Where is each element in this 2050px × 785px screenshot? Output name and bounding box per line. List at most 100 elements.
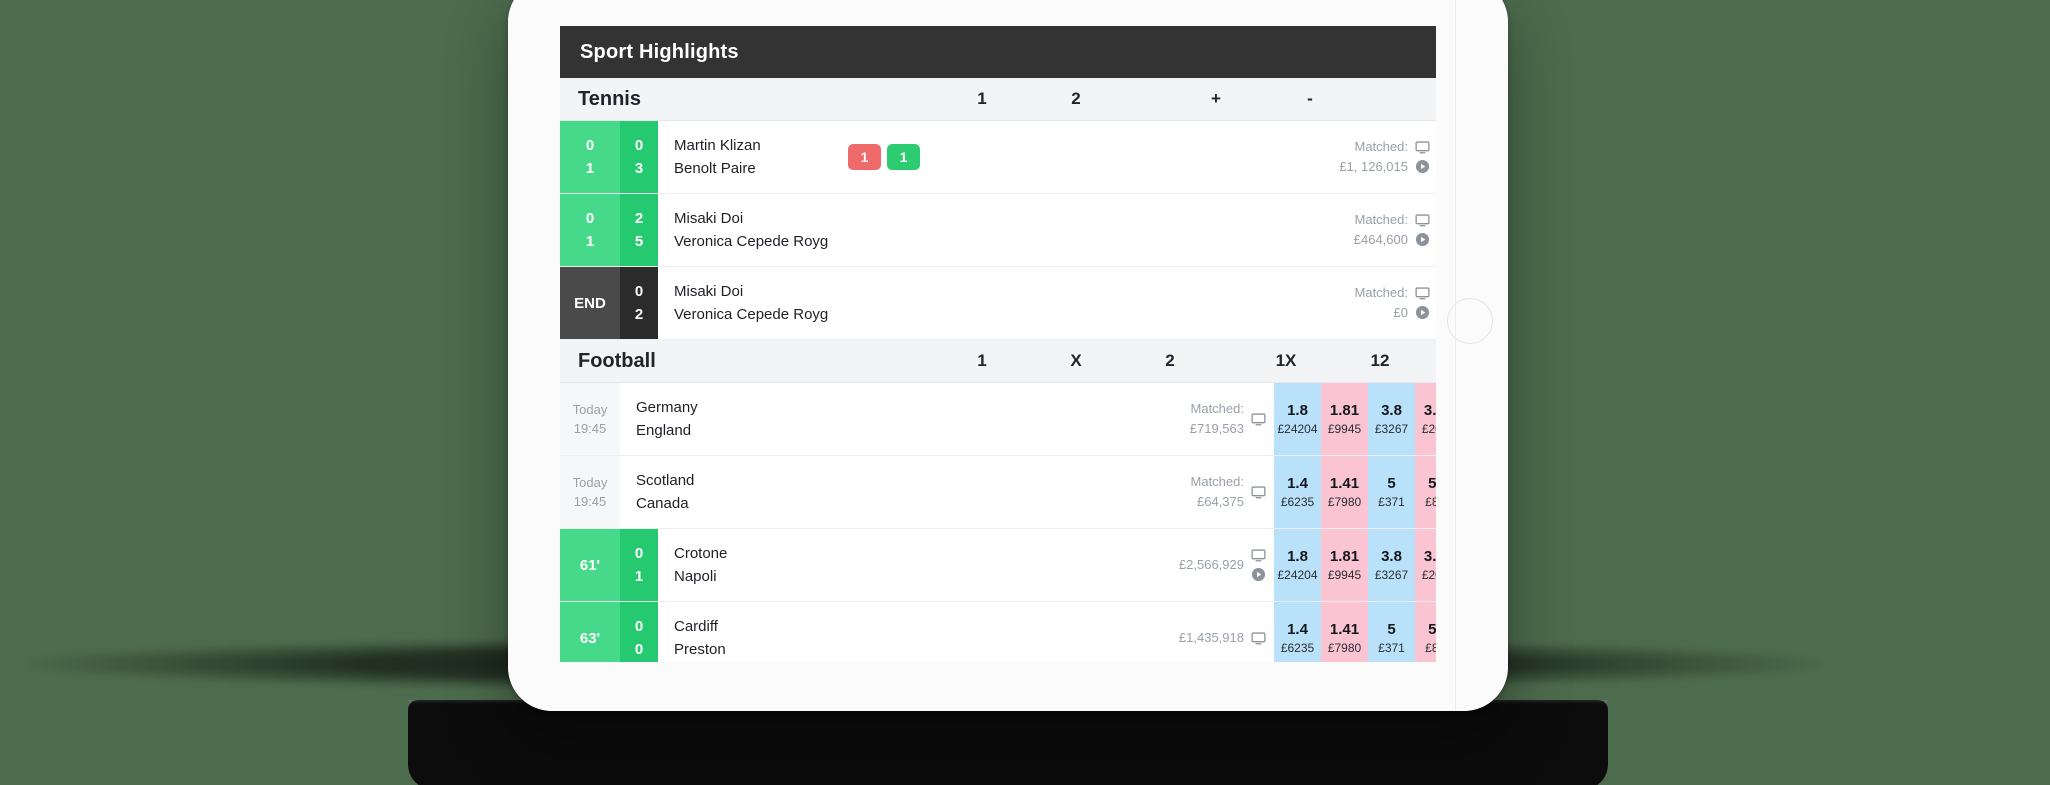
media-icons [1251, 412, 1266, 427]
event-status-badge: 63' [560, 602, 620, 662]
odds-size: £2053 [1421, 568, 1436, 583]
odds-cell-back[interactable]: 3.8 £3267 [1368, 383, 1415, 455]
odds-cell-back[interactable]: 1.4 £6235 [1274, 456, 1321, 528]
odds-price: 1.41 [1329, 620, 1360, 638]
event-row[interactable]: END 0 2 Misaki Doi Veronica Cepede Royg Match… [560, 267, 1436, 340]
odds-cell-lay[interactable]: 1.81 £9945 [1321, 529, 1368, 601]
odds-price: 1.4 [1287, 620, 1308, 638]
game-score-pills [810, 456, 900, 528]
participant-name: Misaki Doi [674, 282, 744, 300]
matched-amount: Matched: £64,375 [900, 456, 1274, 528]
page-title: Sport Highlights [580, 40, 739, 63]
odds-price: 5.1 [1428, 474, 1436, 492]
monitor-icon[interactable] [1251, 548, 1266, 563]
monitor-icon[interactable] [1415, 286, 1430, 301]
odds-cell-back[interactable]: 5 £371 [1368, 456, 1415, 528]
event-day: Today [572, 401, 608, 417]
score-value: 0 [634, 282, 644, 300]
matched-text: £1,435,918 [1179, 628, 1244, 648]
event-score: 00 [620, 602, 658, 662]
odds-cell-back[interactable]: 5 £371 [1368, 602, 1415, 662]
column-header-1: 1 [977, 351, 987, 370]
odds-size: £2053 [1421, 422, 1436, 437]
odds-cell-back[interactable]: 1.4 £6235 [1274, 602, 1321, 662]
event-row[interactable]: Today 19:45 Germany England Matched: £719,563… [560, 383, 1436, 456]
matched-amount: Matched: £1, 126,015 [938, 121, 1436, 193]
event-row[interactable]: 63' 0 0 Cardiff Preston £1,435,918 1.4 £6235 1.4… [560, 602, 1436, 662]
participant-name: Misaki Doi [674, 209, 744, 227]
play-icon[interactable] [1415, 232, 1430, 247]
odds-price: 5 [1387, 620, 1396, 638]
event-participants[interactable]: Martin Klizan Benolt Paire [658, 121, 848, 193]
monitor-icon[interactable] [1415, 140, 1430, 155]
play-icon[interactable] [1415, 159, 1430, 174]
event-participants[interactable]: Misaki Doi Veronica Cepede Royg [658, 194, 848, 266]
event-row[interactable]: 0 1 0 3 Martin Klizan Benolt Paire 1 1 Matched: £… [560, 121, 1436, 194]
monitor-icon[interactable] [1251, 485, 1266, 500]
event-score-games: 02 [620, 267, 658, 339]
participant-name: Canada [636, 495, 689, 512]
score-value: 1 [585, 160, 595, 177]
event-row[interactable]: Today 19:45 Scotland Canada Matched: £64,375 1… [560, 456, 1436, 529]
media-icons [1415, 286, 1430, 320]
event-participants[interactable]: Germany England [620, 383, 810, 455]
monitor-icon[interactable] [1251, 631, 1266, 646]
matched-label: Matched: [1190, 400, 1244, 416]
event-row[interactable]: 0 1 2 5 Misaki Doi Veronica Cepede Royg Matche… [560, 194, 1436, 267]
event-participants[interactable]: Crotone Napoli [658, 529, 848, 601]
odds-price: 3.8 [1381, 401, 1402, 419]
event-participants[interactable]: Misaki Doi Veronica Cepede Royg [658, 267, 848, 339]
column-header-spacer [1427, 340, 1436, 382]
participant-name: Cardiff [674, 617, 718, 635]
score-value: 1 [585, 233, 595, 250]
event-row[interactable]: 61' 0 1 Crotone Napoli £2,566,929 1.8 £24204 1.8… [560, 529, 1436, 602]
odds-size: £826 [1425, 641, 1436, 656]
monitor-icon[interactable] [1415, 213, 1430, 228]
odds-cell-lay[interactable]: 5.1 £826 [1415, 456, 1436, 528]
matched-amount: Matched: £464,600 [938, 194, 1436, 266]
game-score-pills [848, 529, 938, 601]
odds-cell-back[interactable]: 1.8 £24204 [1274, 383, 1321, 455]
odds-size: £6235 [1280, 641, 1315, 656]
event-participants[interactable]: Cardiff Preston [658, 602, 848, 662]
play-icon[interactable] [1415, 305, 1430, 320]
odds-cell-lay[interactable]: 1.81 £9945 [1321, 383, 1368, 455]
game-score-pill: 1 [887, 144, 920, 170]
odds-price: 1.81 [1329, 401, 1360, 419]
odds-size: £6235 [1280, 495, 1315, 510]
event-participants[interactable]: Scotland Canada [620, 456, 810, 528]
participant-name: Veronica Cepede Royg [674, 233, 829, 250]
column-header-spacer [1217, 340, 1239, 382]
event-status-badge: 61' [560, 529, 620, 601]
participant-name: Veronica Cepede Royg [674, 306, 829, 323]
event-time: Today 19:45 [560, 456, 620, 528]
odds-cell-lay[interactable]: 3.85 £2053 [1415, 383, 1436, 455]
media-icons [1251, 631, 1266, 646]
game-score-pills [848, 194, 938, 266]
home-button[interactable] [1447, 298, 1493, 344]
odds-cell-lay[interactable]: 1.41 £7980 [1321, 602, 1368, 662]
odds-price: 1.4 [1287, 474, 1308, 492]
game-score-pills: 11 [848, 121, 938, 193]
event-score-sets: END [560, 267, 620, 339]
odds-cell-back[interactable]: 3.8 £3267 [1368, 529, 1415, 601]
odds-price: 1.41 [1329, 474, 1360, 492]
matched-amount: Matched: £719,563 [900, 383, 1274, 455]
column-header--: - [1307, 89, 1313, 108]
matched-value: £0 [1393, 305, 1408, 320]
odds-size: £7980 [1327, 495, 1362, 510]
odds-cell-lay[interactable]: 5.1 £826 [1415, 602, 1436, 662]
monitor-icon[interactable] [1251, 412, 1266, 427]
odds-cell-back[interactable]: 1.8 £24204 [1274, 529, 1321, 601]
event-score-sets: 01 [560, 121, 620, 193]
matched-text: Matched: £1, 126,015 [1339, 137, 1408, 177]
matched-label: Matched: [1190, 473, 1244, 489]
odds-cell-lay[interactable]: 1.41 £7980 [1321, 456, 1368, 528]
play-icon[interactable] [1251, 567, 1266, 582]
score-value: 1 [634, 568, 644, 585]
odds-group: 1.8£242041.81£99453.8£32673.85£20535.3£3… [1274, 383, 1436, 455]
odds-cell-lay[interactable]: 3.85 £2053 [1415, 529, 1436, 601]
odds-size: £371 [1378, 641, 1405, 656]
score-value: 0 [585, 136, 595, 154]
matched-amount: £2,566,929 [938, 529, 1274, 601]
